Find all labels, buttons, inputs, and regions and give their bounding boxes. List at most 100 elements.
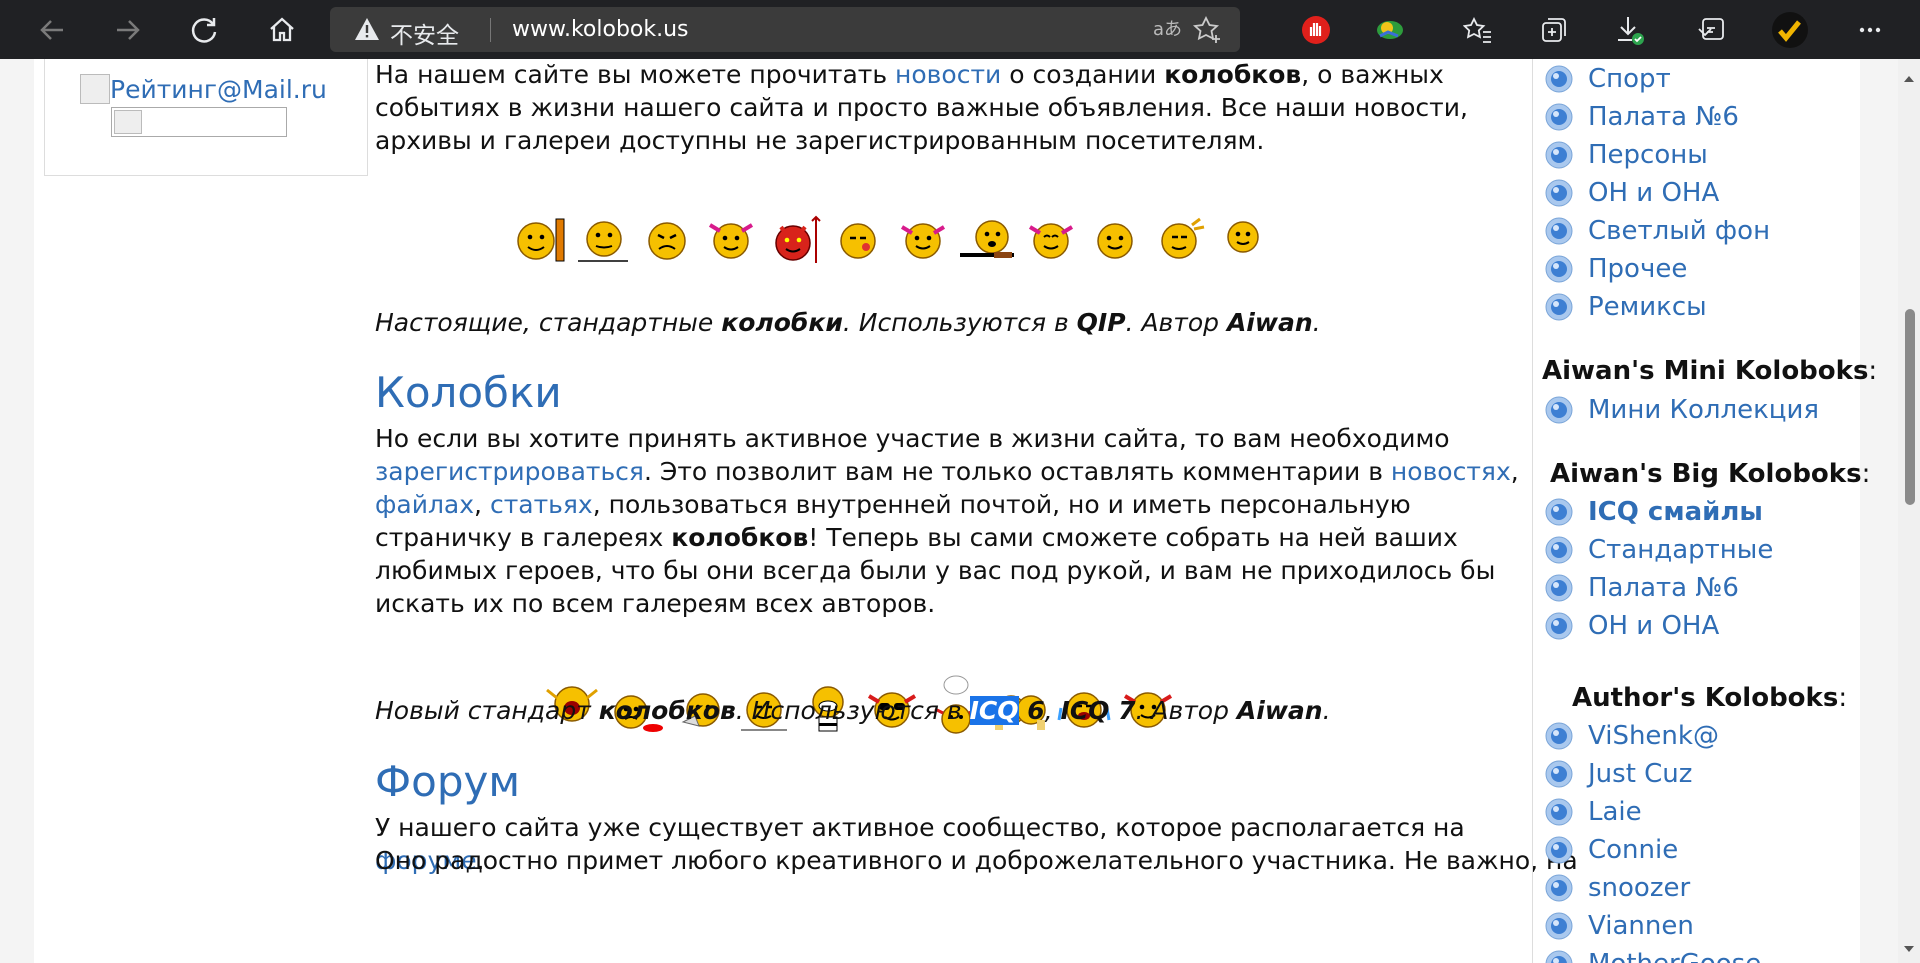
sidebar-link-label: Viannen <box>1588 911 1694 941</box>
more-menu-button[interactable] <box>1848 8 1892 52</box>
avatar <box>1772 12 1808 48</box>
sidebar-link[interactable]: snoozer <box>1544 873 1690 903</box>
sidebar-link[interactable]: Спорт <box>1544 64 1671 94</box>
downloads-button[interactable] <box>1608 8 1652 52</box>
forum-heading: Форум <box>375 757 521 806</box>
sidebar-link[interactable]: Стандартные <box>1544 535 1773 565</box>
sidebar-link[interactable]: Палата №6 <box>1544 573 1739 603</box>
rating-alt-text: Рейтинг@Mail.ru <box>110 74 327 104</box>
kolobki-heading: Колобки <box>375 368 562 417</box>
sidebar-link-label: ICQ смайлы <box>1588 497 1763 527</box>
blue-bullet-icon <box>1545 179 1573 207</box>
sidebar-link[interactable]: MotherGoose <box>1544 949 1761 963</box>
sidebar-link-label: Палата №6 <box>1588 102 1739 132</box>
sidebar-divider <box>1532 59 1533 963</box>
home-button[interactable] <box>260 8 304 52</box>
blue-bullet-icon <box>1545 255 1573 283</box>
sidebar-link-label: snoozer <box>1588 873 1691 903</box>
ellipsis-icon <box>1859 27 1881 33</box>
files-link[interactable]: файлах <box>375 490 474 519</box>
sidebar-link[interactable]: Just Cuz <box>1544 759 1692 789</box>
page-content: Рейтинг@Mail.ru На нашем сайте вы можете… <box>34 59 1877 963</box>
refresh-button[interactable] <box>182 8 226 52</box>
browser-toolbar: 不安全 www.kolobok.us aあ <box>0 0 1920 59</box>
sidebar-link[interactable]: Палата №6 <box>1544 102 1739 132</box>
translate-extension-button[interactable] <box>1368 8 1412 52</box>
screenshot-button[interactable] <box>1690 8 1734 52</box>
kolobok-smiley-icon <box>900 223 946 259</box>
profile-button[interactable] <box>1768 8 1812 52</box>
counter-box: Рейтинг@Mail.ru <box>44 59 368 176</box>
scroll-down-icon[interactable] <box>1898 939 1920 959</box>
blue-bullet-icon <box>1545 798 1573 826</box>
refresh-icon <box>191 18 217 43</box>
collections-button[interactable] <box>1532 8 1576 52</box>
blue-bullet-icon <box>1545 498 1573 526</box>
adblock-extension-button[interactable] <box>1294 8 1338 52</box>
scroll-up-icon[interactable] <box>1898 69 1920 89</box>
broken-image-icon <box>114 110 142 134</box>
web-capture-icon <box>1698 18 1724 40</box>
sidebar-section-title: Aiwan's Mini Koloboks: <box>1542 356 1878 386</box>
sidebar-link[interactable]: Прочее <box>1544 254 1687 284</box>
news-link[interactable]: новости <box>895 60 1001 89</box>
globe-extension-icon <box>1377 21 1403 39</box>
register-link[interactable]: зарегистрироваться <box>375 457 644 486</box>
qip-smileys-row <box>510 213 1272 265</box>
kolobok-smiley-icon <box>775 215 821 263</box>
scrollbar-thumb[interactable] <box>1905 309 1915 505</box>
kolobok-smiley-icon <box>578 221 628 262</box>
sidebar-link-label: MotherGoose <box>1588 949 1761 963</box>
sidebar-link[interactable]: Connie <box>1544 835 1678 865</box>
page-scrollbar[interactable] <box>1898 59 1920 963</box>
address-bar[interactable]: 不安全 www.kolobok.us aあ <box>330 7 1240 52</box>
sidebar-link[interactable]: Светлый фон <box>1544 216 1770 246</box>
sidebar-link[interactable]: Ремиксы <box>1544 292 1707 322</box>
sidebar-link-label: Connie <box>1588 835 1679 865</box>
sidebar-link[interactable]: ICQ смайлы <box>1544 497 1763 527</box>
read-aloud-icon[interactable]: aあ <box>1150 13 1182 45</box>
sidebar-link[interactable]: ОН и ОНА <box>1544 611 1719 641</box>
sidebar-link-label: Прочее <box>1588 254 1688 284</box>
add-favorite-icon[interactable] <box>1192 15 1222 45</box>
blue-bullet-icon <box>1545 536 1573 564</box>
favorites-button[interactable] <box>1456 8 1500 52</box>
blue-bullet-icon <box>1545 65 1573 93</box>
blue-bullet-icon <box>1545 912 1573 940</box>
kolobok-smiley-icon <box>1028 223 1074 259</box>
sidebar-link[interactable]: Персоны <box>1544 140 1708 170</box>
sidebar-link-label: ViShenk@ <box>1588 721 1719 751</box>
favorites-list-icon <box>1463 16 1491 43</box>
blue-bullet-icon <box>1545 950 1573 963</box>
sidebar-link-label: ОН и ОНА <box>1588 611 1720 641</box>
back-button[interactable] <box>30 8 74 52</box>
blue-bullet-icon <box>1545 217 1573 245</box>
address-divider <box>490 18 491 42</box>
blue-bullet-icon <box>1545 612 1573 640</box>
sidebar-link-label: ОН и ОНА <box>1588 178 1720 208</box>
sidebar-link[interactable]: Laie <box>1544 797 1642 827</box>
sidebar-link-label: Laie <box>1588 797 1642 827</box>
sidebar-link-label: Ремиксы <box>1588 292 1707 322</box>
blue-bullet-icon <box>1545 103 1573 131</box>
forum-paragraph-line2: Оно радостно примет любого креативного и… <box>375 846 1578 875</box>
page-viewport: Рейтинг@Mail.ru На нашем сайте вы можете… <box>0 59 1898 963</box>
blue-bullet-icon <box>1545 574 1573 602</box>
articles-link[interactable]: статьях <box>490 490 593 519</box>
sidebar-link[interactable]: Мини Коллекция <box>1544 395 1819 425</box>
rating-mailru-link[interactable]: Рейтинг@Mail.ru <box>80 74 327 104</box>
forward-button[interactable] <box>106 8 150 52</box>
warning-icon <box>355 18 379 40</box>
url-text[interactable]: www.kolobok.us <box>512 17 689 42</box>
selected-text[interactable]: ICQ <box>969 696 1019 725</box>
sidebar-link[interactable]: Viannen <box>1544 911 1694 941</box>
sidebar-link-label: Персоны <box>1588 140 1708 170</box>
news-link[interactable]: новостях <box>1391 457 1511 486</box>
sidebar-link[interactable]: ViShenk@ <box>1544 721 1719 751</box>
stop-hand-icon <box>1302 16 1330 44</box>
security-status[interactable]: 不安全 <box>390 16 459 50</box>
download-icon <box>1618 17 1644 45</box>
sidebar-link[interactable]: ОН и ОНА <box>1544 178 1719 208</box>
intro-paragraph: На нашем сайте вы можете прочитать новос… <box>375 60 1468 155</box>
kolobok-smiley-icon <box>517 218 565 262</box>
